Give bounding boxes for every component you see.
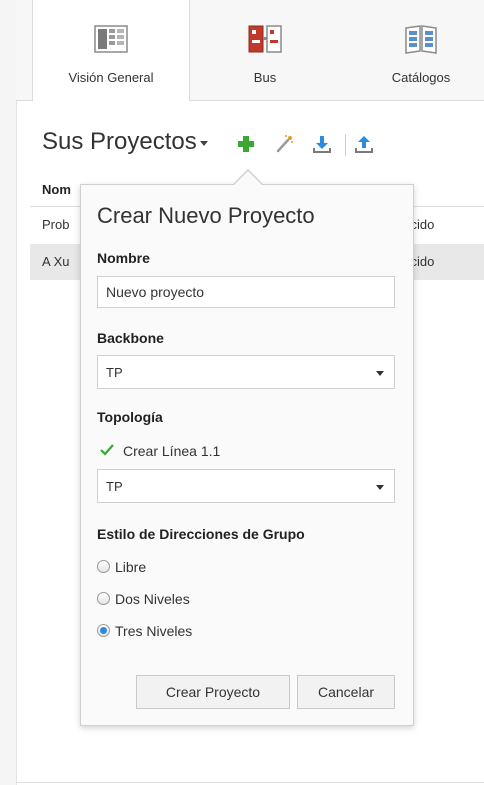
popover-arrow-fill (234, 171, 262, 185)
radio-button (97, 624, 110, 637)
radio-label: Dos Niveles (115, 591, 190, 607)
topology-select[interactable]: TP (97, 469, 395, 503)
project-name-cell: A Xu (42, 254, 70, 269)
tab-label: Visión General (68, 70, 154, 85)
radio-label: Libre (115, 559, 147, 575)
dialog-title: Crear Nuevo Proyecto (97, 203, 315, 228)
catalog-book-icon (405, 25, 437, 54)
add-project-icon[interactable] (236, 134, 256, 154)
cancel-button[interactable]: Cancelar (297, 675, 395, 709)
checkmark-icon (100, 444, 114, 456)
ribbon: Visión General Bus Catálogos (16, 0, 484, 101)
wand-icon[interactable] (274, 134, 294, 154)
radio-label: Tres Niveles (115, 623, 193, 639)
download-icon[interactable] (312, 134, 332, 154)
bottom-divider (16, 782, 484, 783)
name-label: Nombre (97, 250, 150, 266)
bus-devices-icon (248, 25, 282, 53)
topology-label: Topología (97, 409, 163, 425)
app-page: Visión General Bus Catálogos Sus Proyect… (0, 0, 484, 785)
tab-vision-general[interactable]: Visión General (32, 0, 190, 101)
tab-catalogos[interactable]: Catálogos (346, 0, 484, 100)
radio-button (97, 592, 110, 605)
projects-title-dropdown[interactable]: Sus Proyectos (42, 128, 197, 156)
tab-bus[interactable]: Bus (190, 0, 340, 100)
group-style-label: Estilo de Direcciones de Grupo (97, 526, 305, 542)
toolbar-separator (345, 134, 346, 156)
caret-down-icon[interactable] (200, 141, 208, 146)
left-edge-panel (0, 0, 17, 785)
create-project-button[interactable]: Crear Proyecto (136, 675, 290, 709)
radio-button (97, 560, 110, 573)
chevron-down-icon (376, 485, 384, 490)
column-header-name[interactable]: Nom (42, 182, 71, 197)
create-line-label: Crear Línea 1.1 (123, 443, 221, 459)
overview-grid-icon (94, 25, 128, 53)
tab-label: Bus (253, 70, 277, 85)
backbone-select[interactable]: TP (97, 355, 395, 389)
project-name-input[interactable] (97, 276, 395, 308)
project-name-cell: Prob (42, 217, 70, 232)
backbone-label: Backbone (97, 330, 164, 346)
tab-label: Catálogos (391, 70, 451, 85)
backbone-select-value: TP (106, 365, 123, 380)
upload-icon[interactable] (354, 134, 374, 154)
chevron-down-icon (376, 371, 384, 376)
topology-select-value: TP (106, 479, 123, 494)
create-project-popover: Crear Nuevo Proyecto Nombre Backbone TP … (80, 184, 414, 726)
